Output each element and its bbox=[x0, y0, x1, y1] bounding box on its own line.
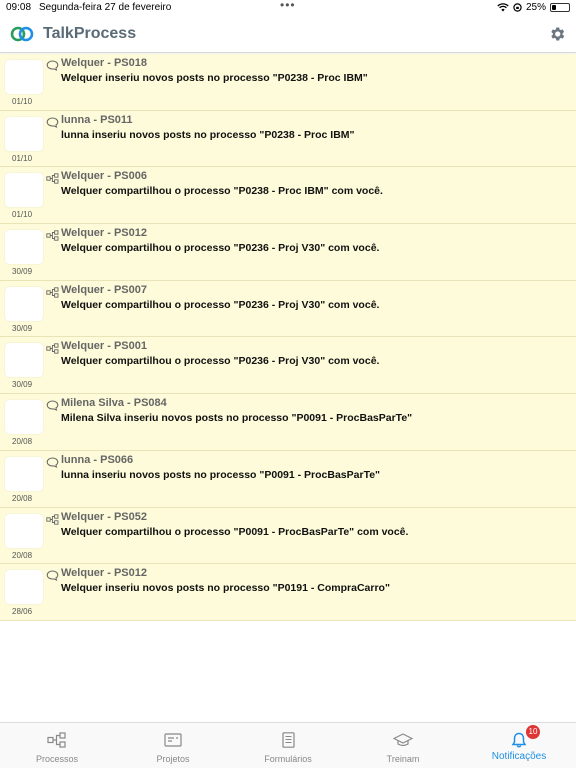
tab-label: Formulários bbox=[264, 754, 312, 764]
notification-message: Welquer compartilhou o processo "P0236 -… bbox=[61, 355, 380, 368]
notification-row[interactable]: 20/08 Milena Silva - PS084 Milena Silva in… bbox=[0, 394, 576, 451]
notification-row[interactable]: 30/09 Welquer - PS007 Welquer compartilhou… bbox=[0, 280, 576, 338]
multitasking-dots-icon[interactable]: ••• bbox=[280, 0, 296, 12]
notification-message: lunna inseriu novos posts no processo "P… bbox=[61, 468, 381, 481]
notification-row[interactable]: 20/08 Welquer - PS052 Welquer compartilhou… bbox=[0, 507, 576, 565]
tab-bar: Processos Projetos Formulários Treinam Notif… bbox=[0, 722, 576, 768]
notification-date: 28/06 bbox=[12, 607, 33, 617]
avatar bbox=[5, 230, 43, 265]
avatar bbox=[5, 286, 43, 321]
process-icon bbox=[46, 285, 59, 298]
status-bar: 09:08 Segunda-feira 27 de fevereiro ••• … bbox=[0, 0, 576, 17]
notification-message: Welquer compartilhou o processo "P0236 -… bbox=[61, 242, 380, 255]
talkprocess-logo-icon bbox=[10, 26, 34, 42]
projects-icon bbox=[163, 732, 183, 748]
notification-title: Welquer - PS012 bbox=[61, 567, 147, 580]
notification-row[interactable]: 01/10 lunna - PS011 lunna inseriu novos po… bbox=[0, 110, 576, 168]
forms-icon bbox=[278, 732, 298, 748]
notification-date: 01/10 bbox=[12, 97, 33, 106]
notification-date: 20/08 bbox=[12, 493, 33, 503]
app-title: TalkProcess bbox=[43, 25, 137, 42]
comment-icon bbox=[46, 398, 59, 411]
avatar bbox=[5, 570, 43, 605]
rotation-lock-icon bbox=[513, 3, 522, 12]
avatar bbox=[5, 343, 43, 378]
notification-date: 20/08 bbox=[12, 437, 33, 447]
training-icon bbox=[392, 732, 414, 748]
notification-title: lunna - PS011 bbox=[61, 113, 133, 126]
battery-percent: 25% bbox=[525, 2, 546, 13]
notification-date: 01/10 bbox=[12, 153, 33, 163]
tab-projetos[interactable]: Projetos bbox=[116, 723, 231, 768]
avatar bbox=[5, 400, 43, 435]
avatar bbox=[5, 513, 43, 548]
process-icon bbox=[46, 171, 59, 185]
tab-label: Projetos bbox=[156, 754, 190, 764]
app-header: TalkProcess bbox=[0, 17, 576, 53]
wifi-icon bbox=[497, 3, 509, 12]
notification-title: Welquer - PS006 bbox=[61, 170, 147, 183]
avatar bbox=[5, 173, 43, 208]
notification-row[interactable]: 01/10 Welquer - PS018 Welquer inseriu novo… bbox=[0, 54, 576, 111]
tab-treinam[interactable]: Treinam bbox=[346, 723, 461, 768]
notification-title: Welquer - PS018 bbox=[61, 57, 147, 69]
tab-label: Treinam bbox=[386, 754, 420, 764]
tab-processos[interactable]: Processos bbox=[0, 723, 115, 768]
notification-message: Welquer compartilhou o processo "P0236 -… bbox=[61, 298, 380, 311]
process-icon bbox=[46, 512, 59, 525]
comment-icon bbox=[46, 568, 59, 582]
avatar bbox=[5, 456, 43, 491]
status-right: 25% bbox=[497, 2, 570, 13]
notification-message: Welquer compartilhou o processo "P0091 -… bbox=[61, 525, 409, 538]
notification-date: 30/09 bbox=[12, 380, 33, 390]
comment-icon bbox=[46, 58, 59, 71]
notification-row[interactable]: 30/09 Welquer - PS001 Welquer compartilhou… bbox=[0, 337, 576, 395]
notification-title: Welquer - PS012 bbox=[61, 227, 147, 240]
process-icon bbox=[47, 732, 67, 748]
notification-date: 30/09 bbox=[12, 323, 33, 333]
notification-date: 20/08 bbox=[12, 550, 33, 560]
avatar bbox=[5, 116, 43, 151]
notification-list: 01/10 Welquer - PS018 Welquer inseriu novo… bbox=[0, 54, 576, 621]
tab-label: Notificações bbox=[491, 751, 547, 762]
notification-row[interactable]: 30/09 Welquer - PS012 Welquer compartilhou… bbox=[0, 224, 576, 281]
status-time: 09:08 bbox=[6, 2, 32, 13]
battery-icon bbox=[550, 3, 570, 12]
comment-icon bbox=[46, 455, 59, 468]
tab-formularios[interactable]: Formulários bbox=[231, 723, 346, 768]
notification-message: lunna inseriu novos posts no processo "P… bbox=[61, 128, 355, 141]
process-icon bbox=[46, 228, 59, 241]
notification-date: 30/09 bbox=[12, 267, 33, 277]
notification-title: lunna - PS066 bbox=[61, 453, 134, 466]
notification-row[interactable]: 20/08 lunna - PS066 lunna inseriu novos po… bbox=[0, 450, 576, 508]
avatar bbox=[5, 60, 43, 94]
notification-row[interactable]: 01/10 Welquer - PS006 Welquer compartilhou… bbox=[0, 167, 576, 225]
notification-message: Milena Silva inseriu novos posts no proc… bbox=[61, 412, 413, 425]
comment-icon bbox=[46, 115, 59, 128]
process-icon bbox=[46, 341, 59, 355]
notification-message: Welquer compartilhou o processo "P0238 -… bbox=[61, 185, 383, 198]
notification-message: Welquer inseriu novos posts no processo … bbox=[61, 72, 368, 84]
notification-title: Welquer - PS007 bbox=[61, 283, 147, 296]
tab-notificacoes[interactable]: Notificações 10 bbox=[462, 723, 576, 768]
tab-label: Processos bbox=[35, 754, 79, 764]
notification-date: 01/10 bbox=[12, 210, 33, 220]
notification-title: Welquer - PS001 bbox=[61, 340, 147, 353]
notification-count-badge: 10 bbox=[525, 725, 541, 739]
gear-icon[interactable] bbox=[548, 25, 566, 43]
notification-row[interactable]: 28/06 Welquer - PS012 Welquer inseriu novo… bbox=[0, 564, 576, 621]
notification-title: Milena Silva - PS084 bbox=[61, 397, 167, 410]
notification-title: Welquer - PS052 bbox=[61, 510, 147, 523]
notification-message: Welquer inseriu novos posts no processo … bbox=[61, 582, 390, 595]
status-date: Segunda-feira 27 de fevereiro bbox=[39, 2, 172, 13]
